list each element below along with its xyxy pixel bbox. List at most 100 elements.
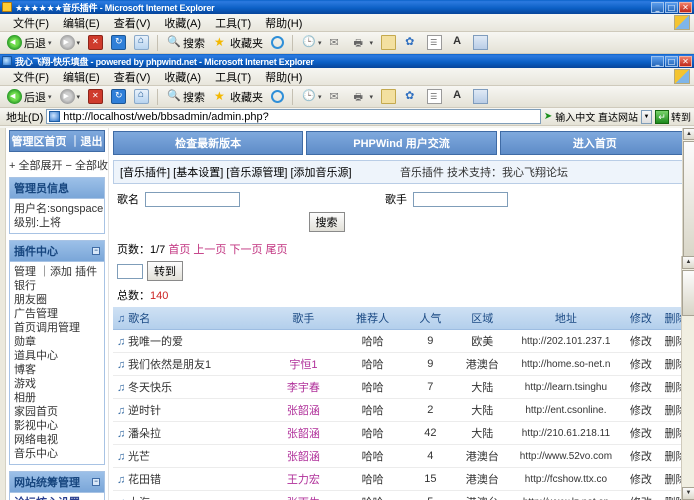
cell-song-name[interactable]: ♫我唯一的爱 bbox=[113, 330, 269, 353]
cell-url[interactable]: http://210.61.218.11 bbox=[511, 422, 621, 445]
inner-print-button[interactable]: ▾ bbox=[350, 88, 377, 105]
cell-artist[interactable] bbox=[269, 330, 338, 353]
sidebar-item-plugin-manage[interactable]: 管理 ｜添加 插件 bbox=[14, 265, 100, 279]
page-first-link[interactable]: 首页 bbox=[168, 244, 190, 256]
inner-chevron-down-icon-hist[interactable]: ▾ bbox=[318, 93, 322, 101]
sidebar-item-blog[interactable]: 博客 bbox=[14, 363, 100, 377]
inner-search-button[interactable]: 搜索 bbox=[163, 88, 208, 106]
sidebar-item-webtv[interactable]: 网络电视 bbox=[14, 433, 100, 447]
cell-url[interactable]: http://202.101.237.1 bbox=[511, 330, 621, 353]
cell-artist[interactable]: 李宇春 bbox=[269, 376, 338, 399]
sidebar-item-games[interactable]: 游戏 bbox=[14, 377, 100, 391]
inner-close-button[interactable]: ✕ bbox=[679, 56, 692, 67]
inner-chevron-down-icon-print[interactable]: ▾ bbox=[370, 93, 374, 101]
song-name-input[interactable] bbox=[145, 192, 240, 207]
cell-url[interactable]: http://home.so-net.n bbox=[511, 353, 621, 376]
home-button[interactable] bbox=[131, 34, 152, 51]
inner-menu-item-edit[interactable]: 编辑(E) bbox=[56, 68, 107, 86]
artist-input[interactable] bbox=[413, 192, 508, 207]
inner-menu-item-file[interactable]: 文件(F) bbox=[6, 68, 56, 86]
cell-edit-action[interactable]: 修改 bbox=[621, 445, 661, 468]
print-button[interactable]: ▾ bbox=[350, 34, 377, 51]
inner-history-button[interactable]: ▾ bbox=[298, 88, 325, 105]
col-header-url[interactable]: 地址 bbox=[511, 307, 621, 330]
inner-chevron-down-icon[interactable]: ▾ bbox=[48, 93, 52, 101]
inner-menu-item-tools[interactable]: 工具(T) bbox=[208, 68, 258, 86]
sidebar-item-forum-core-settings[interactable]: 论坛核心设置 bbox=[14, 496, 100, 500]
menu-item-edit[interactable]: 编辑(E) bbox=[56, 14, 107, 32]
sidebar-item-ads[interactable]: 广告管理 bbox=[14, 307, 100, 321]
col-header-artist[interactable]: 歌手 bbox=[269, 307, 338, 330]
inner-font-button[interactable] bbox=[447, 88, 468, 105]
cell-song-name[interactable]: ♫潘朵拉 bbox=[113, 422, 269, 445]
col-header-hits[interactable]: 人气 bbox=[407, 307, 453, 330]
page-last-link[interactable]: 尾页 bbox=[266, 244, 288, 256]
chevron-down-icon[interactable]: ▾ bbox=[48, 39, 52, 47]
inner-window-button[interactable] bbox=[470, 88, 491, 105]
col-header-recommender[interactable]: 推荐人 bbox=[338, 307, 407, 330]
cell-url[interactable]: http://ent.csonline. bbox=[511, 399, 621, 422]
chevron-down-icon-print[interactable]: ▾ bbox=[370, 39, 374, 47]
menu-item-tools[interactable]: 工具(T) bbox=[208, 14, 258, 32]
col-header-region[interactable]: 区域 bbox=[453, 307, 511, 330]
forward-button[interactable]: ▾ bbox=[57, 34, 84, 51]
col-header-name[interactable]: ♫歌名 bbox=[113, 307, 269, 330]
mail-button[interactable] bbox=[327, 34, 348, 51]
outer-vertical-scrollbar[interactable]: ▲ ▼ bbox=[681, 256, 694, 500]
inner-scroll-thumb[interactable] bbox=[683, 141, 694, 261]
cell-song-name[interactable]: ♫冬天快乐 bbox=[113, 376, 269, 399]
refresh-button[interactable] bbox=[108, 34, 129, 51]
goto-button[interactable]: 转到 bbox=[147, 261, 183, 281]
inner-maximize-button[interactable]: □ bbox=[665, 56, 678, 67]
sidebar-expand-collapse[interactable]: + 全部展开 − 全部收缩 bbox=[9, 155, 105, 177]
inner-stop-button[interactable] bbox=[85, 88, 106, 105]
chevron-down-icon-forward[interactable]: ▾ bbox=[77, 39, 81, 47]
cell-artist[interactable]: 张韶涵 bbox=[269, 399, 338, 422]
inner-menu-item-help[interactable]: 帮助(H) bbox=[258, 68, 309, 86]
cell-edit-action[interactable]: 修改 bbox=[621, 468, 661, 491]
outer-minimize-button[interactable]: _ bbox=[651, 2, 664, 13]
outer-scroll-down-button[interactable]: ▼ bbox=[682, 487, 694, 500]
cell-url[interactable]: http://learn.tsinghu bbox=[511, 376, 621, 399]
goto-page-input[interactable] bbox=[117, 264, 143, 279]
inner-media-button[interactable] bbox=[268, 89, 287, 104]
history-button[interactable]: ▾ bbox=[298, 34, 325, 51]
media-button[interactable] bbox=[268, 35, 287, 50]
cell-url[interactable]: http://www.52vo.com bbox=[511, 445, 621, 468]
cell-url[interactable]: http://fcshow.ttx.co bbox=[511, 468, 621, 491]
menu-item-help[interactable]: 帮助(H) bbox=[258, 14, 309, 32]
outer-maximize-button[interactable]: □ bbox=[665, 2, 678, 13]
plugin-collapse-icon[interactable]: − bbox=[92, 247, 100, 255]
inner-home-button[interactable] bbox=[131, 88, 152, 105]
inner-chevron-down-icon-fwd[interactable]: ▾ bbox=[77, 93, 81, 101]
cell-artist[interactable]: 宇恒1 bbox=[269, 353, 338, 376]
cell-artist[interactable]: 王力宏 bbox=[269, 468, 338, 491]
sidebar-item-music[interactable]: 音乐中心 bbox=[14, 447, 100, 461]
back-button[interactable]: 后退 ▾ bbox=[4, 34, 55, 52]
cell-edit-action[interactable]: 修改 bbox=[621, 330, 661, 353]
cell-song-name[interactable]: ♫光芒 bbox=[113, 445, 269, 468]
sidebar-item-props[interactable]: 道具中心 bbox=[14, 349, 100, 363]
tab-user-forum[interactable]: PHPWind 用户交流 bbox=[306, 131, 496, 155]
search-submit-button[interactable]: 搜索 bbox=[309, 212, 345, 232]
cell-edit-action[interactable]: 修改 bbox=[621, 353, 661, 376]
cell-edit-action[interactable]: 修改 bbox=[621, 399, 661, 422]
outer-close-button[interactable]: ✕ bbox=[679, 2, 692, 13]
edit-button[interactable] bbox=[378, 34, 399, 51]
address-dropdown-button[interactable]: ▼ bbox=[641, 110, 652, 124]
cell-artist[interactable]: 张韶涵 bbox=[269, 445, 338, 468]
cell-song-name[interactable]: ♫我们依然是朋友1 bbox=[113, 353, 269, 376]
search-button[interactable]: 搜索 bbox=[163, 34, 208, 52]
cell-artist[interactable]: 张韶涵 bbox=[269, 422, 338, 445]
stop-button[interactable] bbox=[85, 34, 106, 51]
favorites-button[interactable]: 收藏夹 bbox=[210, 34, 266, 52]
inner-back-button[interactable]: 后退 ▾ bbox=[4, 88, 55, 106]
sidebar-header[interactable]: 管理区首页 ｜退出 bbox=[9, 130, 105, 152]
cell-song-name[interactable]: ♫花田错 bbox=[113, 468, 269, 491]
inner-messenger-button[interactable] bbox=[401, 88, 422, 105]
page-next-link[interactable]: 下一页 bbox=[229, 244, 262, 256]
inner-forward-button[interactable]: ▾ bbox=[57, 88, 84, 105]
plugin-nav-links[interactable]: [音乐插件] [基本设置] [音乐源管理] [添加音乐源] bbox=[120, 164, 400, 180]
sidebar-item-bank[interactable]: 银行 bbox=[14, 279, 100, 293]
chevron-down-icon-history[interactable]: ▾ bbox=[318, 39, 322, 47]
